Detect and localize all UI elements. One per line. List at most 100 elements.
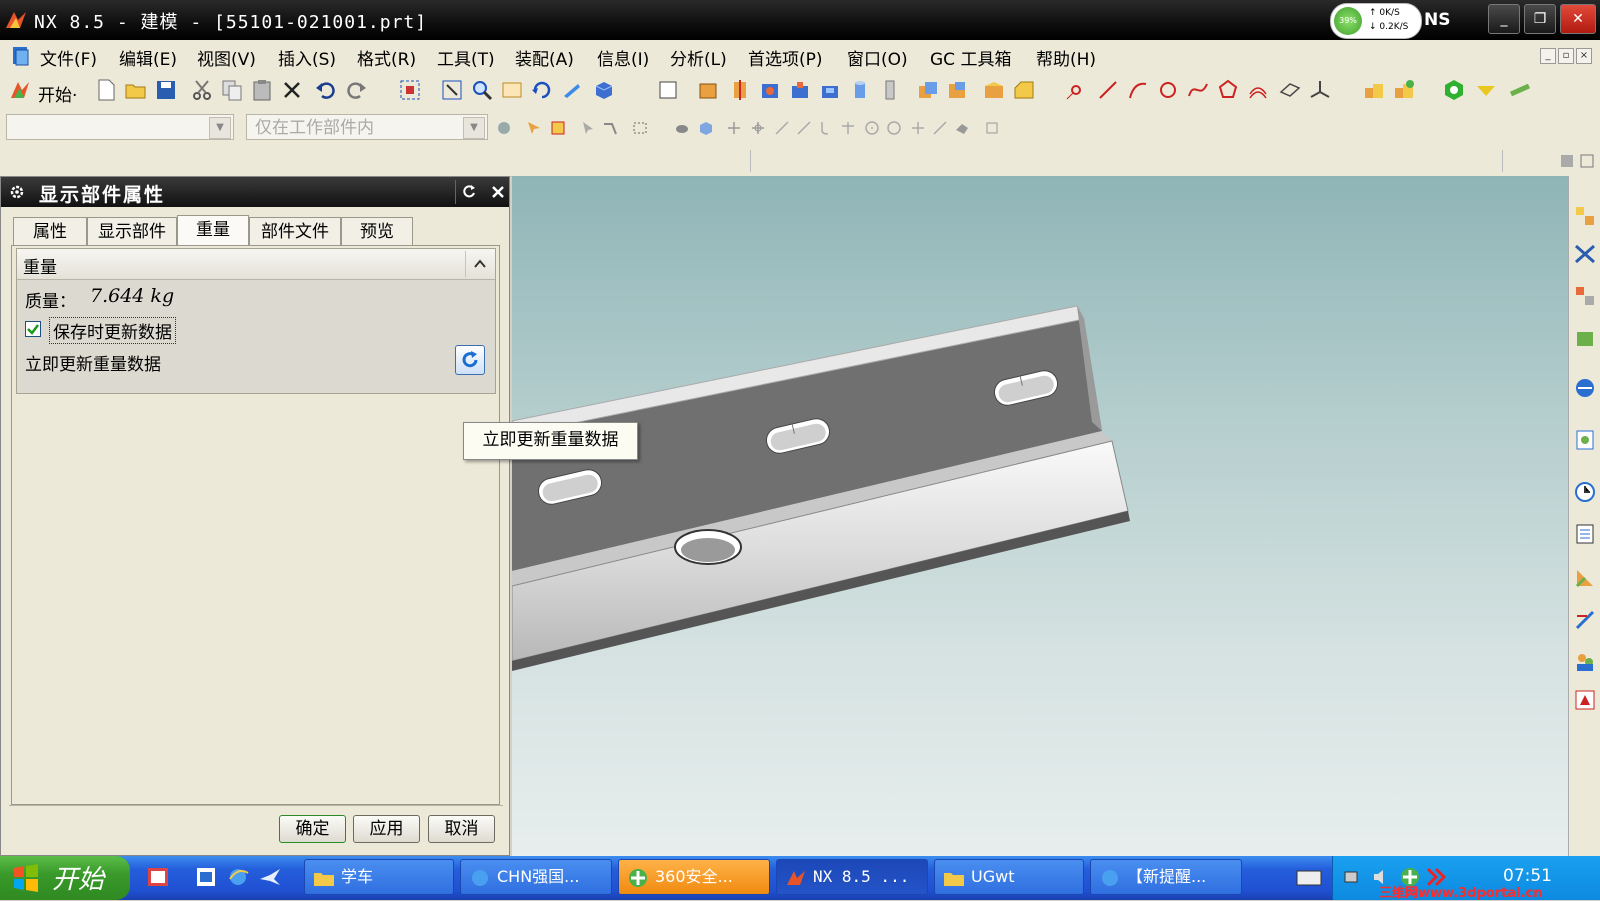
system-materials-icon[interactable] — [1573, 522, 1597, 546]
arc-icon[interactable] — [1126, 78, 1150, 102]
hole-icon[interactable] — [758, 78, 782, 102]
task-button[interactable]: NX 8.5 ... — [776, 859, 928, 895]
menu-window[interactable]: 窗口(O) — [847, 45, 908, 70]
edge-blend-icon[interactable] — [982, 78, 1006, 102]
cut-icon[interactable] — [190, 78, 214, 102]
angle-bracket-model[interactable] — [512, 176, 1568, 856]
task-button[interactable]: 【新提醒... — [1090, 859, 1242, 895]
snap-center-icon[interactable] — [864, 120, 880, 136]
network-monitor-widget[interactable]: 39% ↑ 0K/S ↓ 0.2K/S — [1330, 3, 1422, 39]
menu-assembly[interactable]: 装配(A) — [515, 45, 574, 70]
new-file-icon[interactable] — [94, 78, 118, 102]
web-browser-icon[interactable] — [1573, 376, 1597, 400]
body-select-icon[interactable] — [674, 120, 690, 136]
ok-button[interactable]: 确定 — [279, 815, 346, 843]
redo-icon[interactable] — [344, 78, 368, 102]
zoom-window-icon[interactable] — [440, 78, 464, 102]
undo-icon[interactable] — [314, 78, 338, 102]
menu-tools[interactable]: 工具(T) — [437, 45, 495, 70]
tab-attributes[interactable]: 属性 — [13, 217, 87, 245]
menu-edit[interactable]: 编辑(E) — [119, 45, 177, 70]
weight-group-header[interactable]: 重量 — [17, 249, 495, 280]
cylinder-icon[interactable] — [848, 78, 872, 102]
graphics-window[interactable] — [512, 176, 1568, 856]
apply-button[interactable]: 应用 — [353, 815, 420, 843]
constraint-navigator-icon[interactable] — [1573, 242, 1597, 266]
quicklaunch-app-icon[interactable] — [146, 865, 170, 889]
network-tray-icon[interactable] — [1343, 866, 1365, 888]
menu-analysis[interactable]: 分析(L) — [670, 45, 727, 70]
task-button[interactable]: 360安全... — [618, 859, 770, 895]
menu-view[interactable]: 视图(V) — [197, 45, 256, 70]
menu-gc-toolbox[interactable]: GC 工具箱 — [930, 45, 1011, 70]
quicklaunch-outlook-icon[interactable] — [194, 865, 218, 889]
snap-line-icon[interactable] — [774, 120, 790, 136]
menu-format[interactable]: 格式(R) — [357, 45, 416, 70]
copy-icon[interactable] — [220, 78, 244, 102]
point-icon[interactable] — [1064, 78, 1088, 102]
pocket-icon[interactable] — [818, 78, 842, 102]
start-menu-button[interactable]: 开始· — [38, 81, 77, 106]
scope-filter-dropdown[interactable]: 仅在工作部件内 ▼ — [246, 114, 488, 140]
snap-midpoint-icon[interactable] — [750, 120, 766, 136]
open-folder-icon[interactable] — [124, 78, 148, 102]
keyboard-icon[interactable] — [1296, 868, 1322, 888]
task-button[interactable]: CHN强国... — [460, 859, 612, 895]
subtract-icon[interactable] — [946, 78, 970, 102]
paste-icon[interactable] — [250, 78, 274, 102]
process-studio-icon[interactable] — [1573, 608, 1597, 632]
revolve-icon[interactable] — [728, 78, 752, 102]
update-on-save-label[interactable]: 保存时更新数据 — [49, 317, 176, 344]
task-button[interactable]: 学车 — [304, 859, 454, 895]
windows-start-button[interactable]: 开始 — [0, 856, 130, 900]
snap-perpendicular-icon[interactable] — [840, 120, 856, 136]
roles-icon[interactable] — [1573, 650, 1597, 674]
quicklaunch-ie-icon[interactable] — [226, 865, 250, 889]
select-chain-icon[interactable] — [602, 120, 618, 136]
select-arrow-icon[interactable] — [580, 120, 596, 136]
update-weight-button[interactable] — [455, 345, 485, 375]
datum-csys-icon[interactable] — [1308, 78, 1332, 102]
snap-on-face-icon[interactable] — [954, 120, 970, 136]
settings-hexagon-icon[interactable] — [1442, 78, 1466, 102]
cancel-button[interactable]: 取消 — [428, 815, 495, 843]
feature-select-icon[interactable] — [550, 120, 566, 136]
measure-icon[interactable] — [1508, 78, 1532, 102]
menu-information[interactable]: 信息(I) — [597, 45, 649, 70]
reuse-library-icon[interactable] — [1573, 326, 1597, 350]
dialog-title-bar[interactable]: 显示部件属性 — [1, 177, 509, 207]
gear-icon[interactable] — [9, 184, 25, 200]
snap-endpoint-icon[interactable] — [726, 120, 742, 136]
minimize-button[interactable]: _ — [1488, 4, 1520, 34]
visualization-icon[interactable] — [1573, 566, 1597, 590]
close-button[interactable]: ✕ — [1560, 4, 1596, 34]
circle-icon[interactable] — [1156, 78, 1180, 102]
task-button[interactable]: UGwt — [934, 859, 1084, 895]
update-on-save-checkbox[interactable] — [25, 321, 41, 337]
unite-icon[interactable] — [916, 78, 940, 102]
app-menu-icon[interactable] — [10, 45, 32, 67]
filter-reset-icon[interactable] — [496, 120, 512, 136]
datum-plane-icon[interactable] — [1278, 78, 1302, 102]
close-icon[interactable] — [490, 184, 506, 200]
snap-quadrant-icon[interactable] — [886, 120, 902, 136]
chamfer-icon[interactable] — [1012, 78, 1036, 102]
general-select-icon[interactable] — [526, 120, 542, 136]
panel-expand-icon[interactable] — [1580, 154, 1594, 168]
polygon-icon[interactable] — [1216, 78, 1240, 102]
orient-view-icon[interactable] — [560, 78, 584, 102]
tab-displayed-part[interactable]: 显示部件 — [87, 217, 177, 245]
snap-tangent-icon[interactable] — [796, 120, 812, 136]
save-icon[interactable] — [154, 78, 178, 102]
gc-toolbox-icon[interactable] — [1474, 78, 1498, 102]
menu-insert[interactable]: 插入(S) — [278, 45, 336, 70]
assembly-icon[interactable] — [1362, 78, 1386, 102]
add-component-icon[interactable] — [1392, 78, 1416, 102]
mdi-restore-button[interactable]: ▫ — [1558, 48, 1574, 64]
menu-file[interactable]: 文件(F) — [40, 45, 97, 70]
pan-icon[interactable] — [500, 78, 524, 102]
line-icon[interactable] — [1096, 78, 1120, 102]
system-scene-icon[interactable] — [1573, 688, 1597, 712]
assembly-navigator-icon[interactable] — [1573, 204, 1597, 228]
snap-settings-icon[interactable] — [984, 120, 1000, 136]
